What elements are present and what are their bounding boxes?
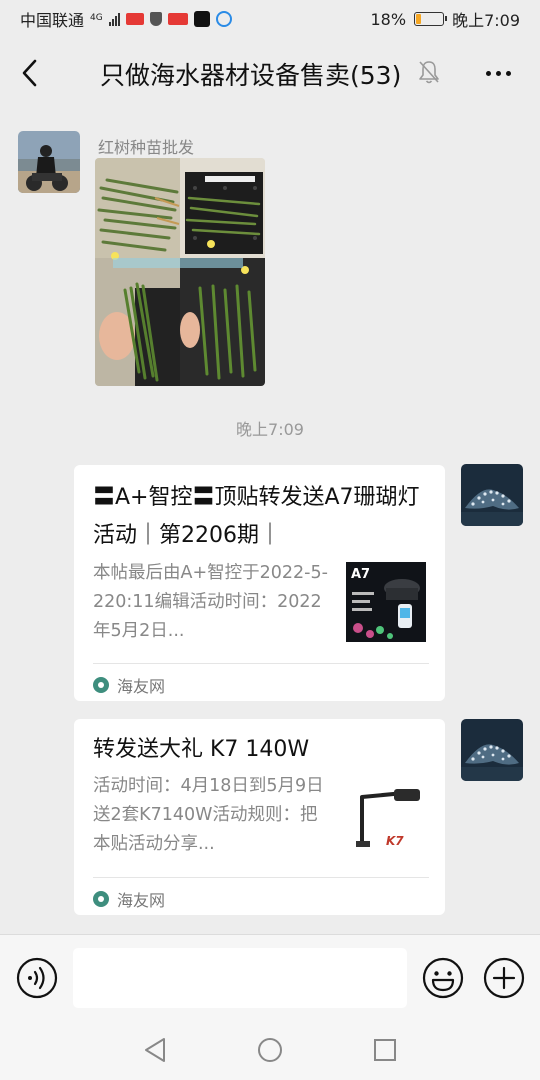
shield-icon <box>149 12 162 26</box>
recents-square-icon[interactable] <box>372 1036 398 1064</box>
more-button[interactable] <box>478 60 518 86</box>
status-bar: 中国联通 4G 18% 晚上7:09 <box>0 0 540 38</box>
seedling-photo <box>95 158 265 386</box>
more-icon-dot <box>505 70 511 76</box>
message-app-icon <box>215 11 232 27</box>
avatar-image <box>461 464 523 526</box>
source-app-icon <box>93 677 109 693</box>
card-title: 转发送大礼 K7 140W <box>93 737 310 762</box>
input-bar <box>0 934 540 1020</box>
thumb-label: A7 <box>351 567 370 582</box>
back-arrow-icon <box>22 59 37 87</box>
home-circle-icon[interactable] <box>256 1036 284 1064</box>
card-thumbnail: K7 <box>346 779 426 859</box>
sender-name: 红树种苗批发 <box>98 138 195 157</box>
message-timestamp: 晚上7:09 <box>236 420 304 439</box>
link-card-k7[interactable]: 转发送大礼 K7 140W 活动时间：4月18日到5月9日送2套K7140W活动… <box>74 719 445 915</box>
source-app-icon <box>93 891 109 907</box>
hpv-app-icon <box>167 13 188 25</box>
carrier-name: 中国联通 <box>20 11 85 30</box>
self-avatar[interactable] <box>461 719 523 781</box>
emoji-icon[interactable] <box>422 957 464 999</box>
card-source-label: 海友网 <box>117 891 166 910</box>
card-source-label: 海友网 <box>117 677 166 696</box>
message-input[interactable] <box>73 948 407 1008</box>
status-left: 中国联通 4G <box>20 7 232 31</box>
k7-light-thumbnail: K7 <box>346 779 426 859</box>
thumb-label: K7 <box>386 834 404 848</box>
card-thumbnail: A7 <box>346 562 426 642</box>
network-type: 4G <box>90 13 103 23</box>
news-app-icon <box>125 13 144 25</box>
card-description: 活动时间：4月18日到5月9日送2套K7140W活动规则：把本贴活动分享... <box>93 776 324 854</box>
add-icon[interactable] <box>483 957 525 999</box>
self-avatar[interactable] <box>461 464 523 526</box>
sender-avatar[interactable] <box>18 131 80 193</box>
tiktok-icon <box>193 11 210 27</box>
coral-light-thumbnail: A7 <box>346 562 426 642</box>
back-triangle-icon[interactable] <box>142 1036 168 1064</box>
mute-bell-icon <box>419 61 439 84</box>
card-source: 海友网 <box>93 887 165 911</box>
status-right: 18% 晚上7:09 <box>371 7 521 31</box>
card-source: 海友网 <box>93 673 165 697</box>
battery-icon <box>414 12 448 26</box>
avatar-photo <box>18 131 80 193</box>
image-message[interactable] <box>95 158 265 386</box>
card-divider <box>93 663 429 664</box>
back-button[interactable] <box>0 38 60 108</box>
system-nav-bar <box>0 1020 540 1080</box>
card-description: 本帖最后由A+智控于2022-5-220:11编辑活动时间：2022年5月2日.… <box>93 563 328 641</box>
signal-icon <box>108 12 120 26</box>
battery-percent: 18% <box>370 9 407 29</box>
more-icon <box>485 70 491 76</box>
card-divider <box>93 877 429 878</box>
clock: 晚上7:09 <box>452 11 520 30</box>
chat-title: 只做海水器材设备售卖(53) <box>100 61 402 90</box>
chat-header: 只做海水器材设备售卖(53) <box>0 38 540 108</box>
voice-icon[interactable] <box>16 957 58 999</box>
battery-level <box>416 14 422 24</box>
more-icon-dot <box>495 70 501 76</box>
link-card-a7[interactable]: 〓A+智控〓顶贴转发送A7珊瑚灯活动｜第2206期｜ 本帖最后由A+智控于202… <box>74 465 445 701</box>
avatar-image <box>461 719 523 781</box>
card-title: 〓A+智控〓顶贴转发送A7珊瑚灯活动｜第2206期｜ <box>93 485 420 548</box>
